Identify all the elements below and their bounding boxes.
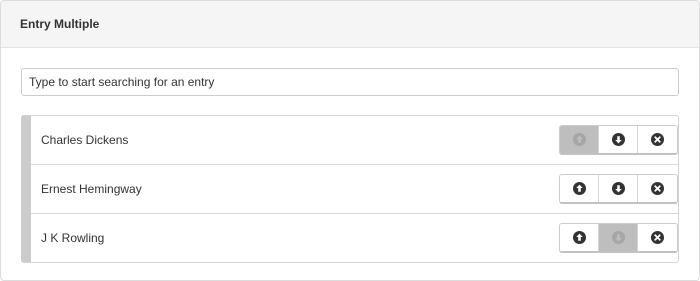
list-item: Ernest Hemingway — [31, 165, 678, 214]
search-input[interactable] — [21, 68, 679, 96]
panel-header: Entry Multiple — [1, 1, 699, 48]
entry-label: J K Rowling — [41, 231, 105, 245]
entry-actions — [559, 125, 678, 155]
move-down-button[interactable] — [599, 224, 638, 251]
entry-label: Charles Dickens — [41, 133, 129, 147]
list-item: J K Rowling — [31, 214, 678, 262]
close-circle-icon — [651, 231, 664, 244]
move-up-button[interactable] — [560, 224, 599, 251]
arrow-down-circle-icon — [611, 182, 625, 195]
close-circle-icon — [651, 133, 664, 146]
move-down-button[interactable] — [599, 175, 638, 202]
list-item: Charles Dickens — [31, 116, 678, 165]
entry-multiple-panel: Entry Multiple Charles Dickens — [0, 0, 700, 281]
arrow-down-circle-icon — [611, 231, 625, 244]
move-down-button[interactable] — [599, 126, 638, 153]
arrow-up-circle-icon — [572, 182, 586, 195]
arrow-up-circle-icon — [572, 133, 586, 146]
panel-title: Entry Multiple — [20, 17, 100, 31]
arrow-up-circle-icon — [572, 231, 586, 244]
remove-button[interactable] — [638, 126, 677, 153]
entry-label: Ernest Hemingway — [41, 182, 142, 196]
close-circle-icon — [651, 182, 664, 195]
entry-actions — [559, 174, 678, 204]
entry-actions — [559, 223, 678, 253]
entry-list: Charles Dickens Ernest Hemingway J K Row… — [21, 115, 679, 263]
search-field-wrapper — [21, 68, 679, 96]
remove-button[interactable] — [638, 175, 677, 202]
move-up-button[interactable] — [560, 126, 599, 153]
arrow-down-circle-icon — [611, 133, 625, 146]
remove-button[interactable] — [638, 224, 677, 251]
move-up-button[interactable] — [560, 175, 599, 202]
